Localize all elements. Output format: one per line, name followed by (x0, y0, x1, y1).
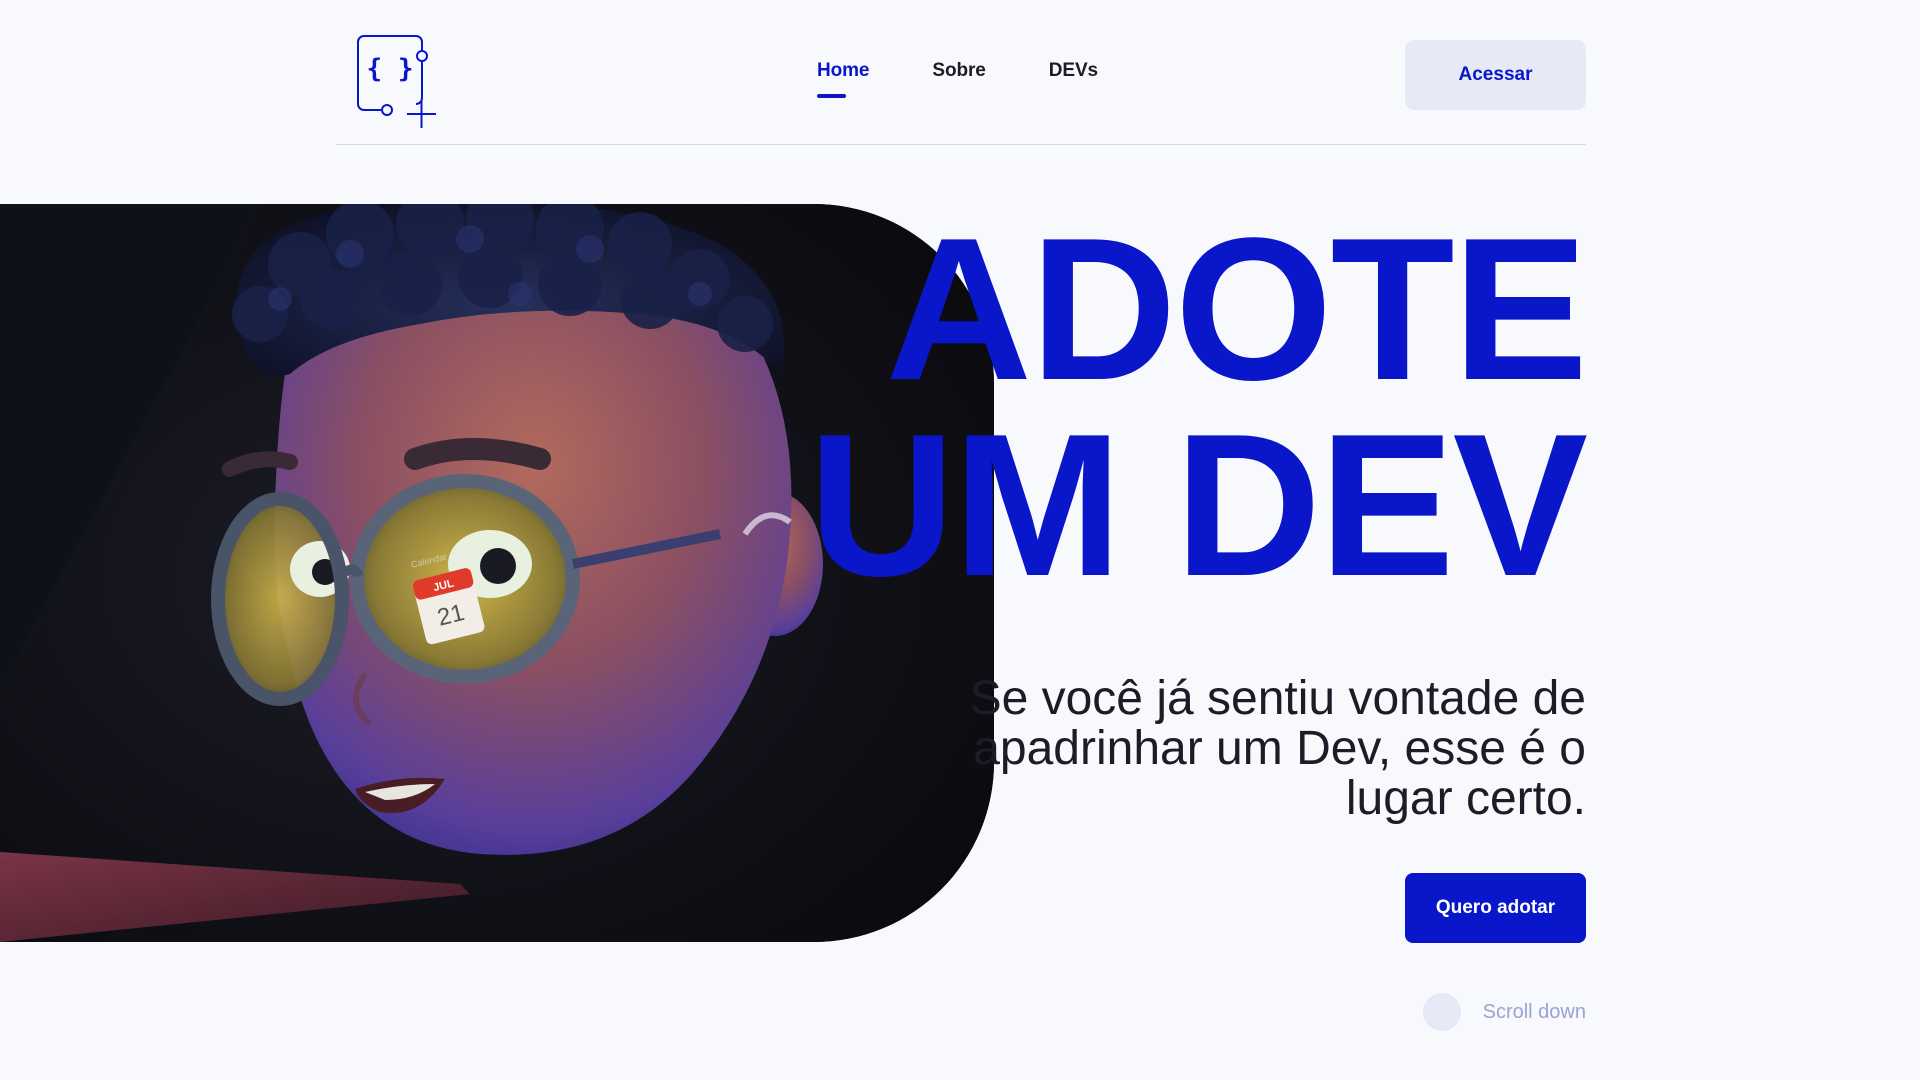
headline-line-2: UM DEV (808, 392, 1588, 619)
main-nav: Home Sobre DEVs (817, 60, 1098, 98)
adopt-cta-button[interactable]: Quero adotar (1405, 873, 1586, 943)
scroll-down-link[interactable]: Scroll down (1422, 993, 1586, 1031)
nav-item-sobre[interactable]: Sobre (932, 60, 985, 82)
scroll-dot-icon (1422, 993, 1461, 1031)
top-navbar: { } Home Sobre DEVs Acessar (336, 0, 1586, 145)
code-braces-logo-icon[interactable]: { } (356, 34, 456, 128)
logo-braces-text: { } (367, 54, 414, 84)
hero-subtitle: Se você já sentiu vontade de apadrinhar … (969, 672, 1586, 825)
access-button[interactable]: Acessar (1405, 40, 1586, 110)
headline-line-1: ADOTE (885, 196, 1588, 423)
hero-headline: ADOTE UM DEV (808, 196, 1588, 619)
scroll-down-label: Scroll down (1482, 1000, 1586, 1023)
nav-item-devs[interactable]: DEVs (1049, 60, 1098, 82)
nav-item-home[interactable]: Home (817, 60, 869, 98)
